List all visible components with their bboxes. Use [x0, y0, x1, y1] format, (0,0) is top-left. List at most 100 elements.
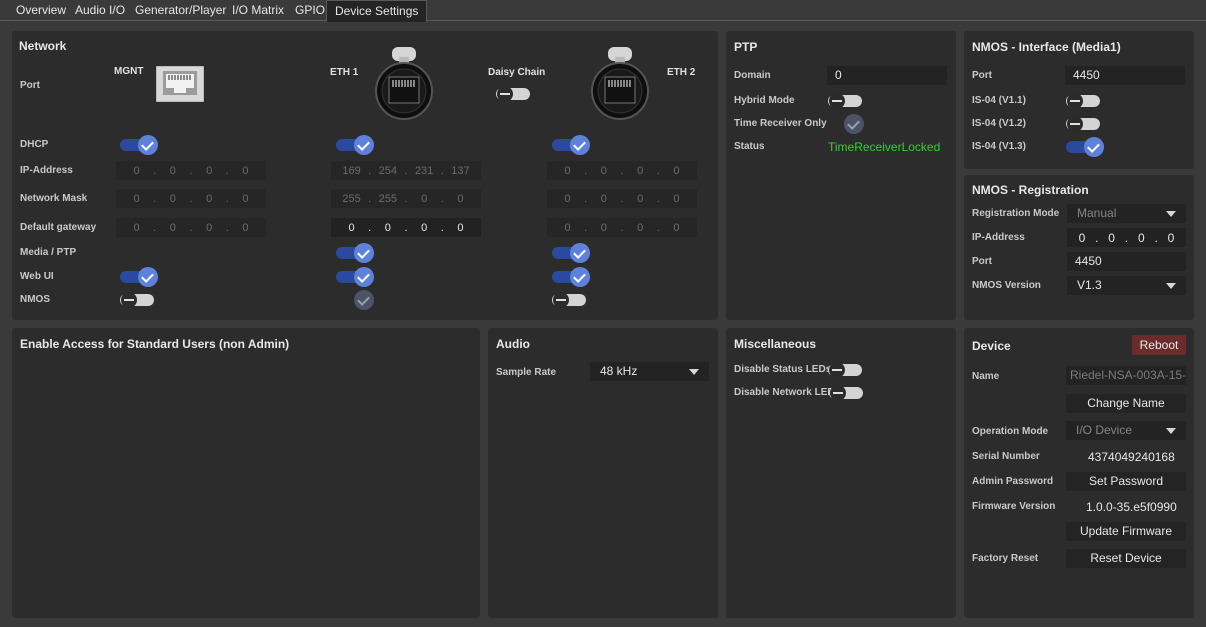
eth1-ip-field[interactable]: 169. 254. 231. 137 — [331, 161, 481, 180]
is04-v13-label: IS-04 (V1.3) — [972, 141, 1026, 152]
nmos-port-label: Port — [972, 70, 992, 81]
firmware-version-value: 1.0.0-35.e5f0990 — [1086, 500, 1177, 514]
eth1-dhcp-toggle[interactable] — [336, 135, 376, 155]
eth1-mask-field[interactable]: 255. 255. 0. 0 — [331, 189, 481, 208]
network-title: Network — [19, 39, 67, 53]
registration-port-input[interactable]: 4450 — [1067, 252, 1186, 271]
eth1-web-ui-toggle[interactable] — [336, 267, 376, 287]
chevron-down-icon — [1166, 283, 1176, 289]
domain-input[interactable]: 0 — [827, 66, 947, 85]
registration-ip-field[interactable]: 0.0.0.0 — [1067, 228, 1186, 247]
nmos-label: NMOS — [20, 294, 50, 305]
mgnt-header: MGNT — [114, 66, 144, 77]
ethercon-port-icon — [375, 47, 433, 120]
eth1-media-ptp-toggle[interactable] — [336, 243, 376, 263]
disable-status-leds-toggle[interactable] — [828, 360, 868, 380]
hybrid-mode-label: Hybrid Mode — [734, 95, 795, 106]
admin-password-label: Admin Password — [972, 476, 1054, 487]
ptp-panel: PTP Domain 0 Hybrid Mode Time Receiver O… — [726, 31, 956, 320]
nmos-version-label: NMOS Version — [972, 280, 1041, 291]
is04-v12-label: IS-04 (V1.2) — [972, 118, 1026, 129]
is04-v13-toggle[interactable] — [1066, 137, 1106, 157]
eth2-ip-field[interactable]: 0.0.0.0 — [547, 161, 697, 180]
eth2-header: ETH 2 — [667, 67, 696, 78]
eth2-mask-field[interactable]: 0.0.0.0 — [547, 189, 697, 208]
nmos-registration-panel: NMOS - Registration Registration Mode Ma… — [964, 175, 1194, 320]
update-firmware-button[interactable]: Update Firmware — [1066, 522, 1186, 541]
is04-v11-label: IS-04 (V1.1) — [972, 95, 1026, 106]
eth1-header: ETH 1 — [330, 67, 359, 78]
misc-panel: Miscellaneous Disable Status LEDs Disabl… — [726, 328, 956, 618]
access-panel: Enable Access for Standard Users (non Ad… — [12, 328, 480, 618]
nmos-registration-title: NMOS - Registration — [972, 183, 1089, 197]
network-panel: Network Port MGNT ETH 1 Daisy Chain ETH … — [12, 31, 718, 320]
disable-network-leds-label: Disable Network LEDs — [734, 387, 841, 398]
mgnt-web-ui-toggle[interactable] — [120, 267, 160, 287]
disable-network-leds-toggle[interactable] — [829, 383, 869, 403]
device-name-input[interactable]: Riedel-NSA-003A-15-B8- — [1066, 366, 1186, 385]
nmos-interface-title: NMOS - Interface (Media1) — [972, 40, 1121, 54]
ip-address-label: IP-Address — [20, 165, 73, 176]
chevron-down-icon — [1166, 428, 1176, 434]
audio-title: Audio — [496, 337, 530, 351]
tab-overview[interactable]: Overview — [8, 0, 74, 20]
nmos-port-input[interactable]: 4450 — [1065, 66, 1185, 85]
eth2-dhcp-toggle[interactable] — [552, 135, 592, 155]
eth2-gateway-field[interactable]: 0.0.0.0 — [547, 218, 697, 237]
sample-rate-dropdown[interactable]: 48 kHz — [590, 362, 709, 381]
tab-generator-player[interactable]: Generator/Player — [127, 0, 234, 20]
time-receiver-only-label: Time Receiver Only — [734, 118, 827, 129]
mgnt-dhcp-toggle[interactable] — [120, 135, 160, 155]
nmos-interface-panel: NMOS - Interface (Media1) Port 4450 IS-0… — [964, 31, 1194, 169]
media-ptp-label: Media / PTP — [20, 247, 77, 258]
misc-title: Miscellaneous — [734, 337, 817, 351]
mgnt-gateway-field[interactable]: 0.0.0.0 — [116, 218, 266, 237]
is04-v12-toggle[interactable] — [1066, 114, 1106, 134]
time-receiver-only-toggle[interactable] — [826, 114, 866, 134]
audio-panel: Audio Sample Rate 48 kHz — [488, 328, 718, 618]
eth2-web-ui-toggle[interactable] — [552, 267, 592, 287]
daisy-chain-header: Daisy Chain — [488, 67, 546, 78]
device-title: Device — [972, 339, 1011, 353]
network-mask-label: Network Mask — [20, 193, 88, 204]
operation-mode-label: Operation Mode — [972, 426, 1049, 437]
nmos-version-dropdown[interactable]: V1.3 — [1067, 276, 1186, 295]
port-label: Port — [20, 80, 40, 91]
serial-number-value: 4374049240168 — [1088, 450, 1175, 464]
tab-audio-io[interactable]: Audio I/O — [67, 0, 133, 20]
ethernet-port-icon — [156, 66, 204, 102]
operation-mode-dropdown[interactable]: I/O Device — [1066, 421, 1186, 440]
registration-mode-dropdown[interactable]: Manual — [1067, 204, 1186, 223]
chevron-down-icon — [1166, 211, 1176, 217]
registration-ip-label: IP-Address — [972, 232, 1025, 243]
mgnt-ip-field[interactable]: 0.0.0.0 — [116, 161, 266, 180]
daisy-chain-toggle[interactable] — [496, 84, 536, 104]
is04-v11-toggle[interactable] — [1066, 91, 1106, 111]
eth1-nmos-toggle[interactable] — [336, 290, 376, 310]
tab-device-settings[interactable]: Device Settings — [326, 0, 428, 22]
default-gateway-label: Default gateway — [20, 222, 97, 233]
access-title: Enable Access for Standard Users (non Ad… — [20, 337, 290, 351]
hybrid-mode-toggle[interactable] — [828, 91, 868, 111]
eth2-nmos-toggle[interactable] — [552, 290, 592, 310]
disable-status-leds-label: Disable Status LEDs — [734, 364, 832, 375]
firmware-version-label: Firmware Version — [972, 501, 1056, 512]
change-name-button[interactable]: Change Name — [1066, 394, 1186, 413]
mgnt-nmos-toggle[interactable] — [120, 290, 160, 310]
sample-rate-label: Sample Rate — [496, 367, 557, 378]
chevron-down-icon — [689, 369, 699, 375]
mgnt-mask-field[interactable]: 0.0.0.0 — [116, 189, 266, 208]
ethercon-port-icon — [591, 47, 649, 120]
reset-device-button[interactable]: Reset Device — [1066, 549, 1186, 568]
set-password-button[interactable]: Set Password — [1066, 472, 1186, 491]
domain-label: Domain — [734, 70, 771, 81]
ptp-status-value: TimeReceiverLocked — [828, 140, 941, 154]
eth2-media-ptp-toggle[interactable] — [552, 243, 592, 263]
registration-port-label: Port — [972, 256, 992, 267]
status-label: Status — [734, 141, 765, 152]
reboot-button[interactable]: Reboot — [1132, 335, 1186, 355]
registration-mode-label: Registration Mode — [972, 208, 1060, 219]
eth1-gateway-field[interactable]: 0.0.0.0 — [331, 218, 481, 237]
tab-io-matrix[interactable]: I/O Matrix — [224, 0, 292, 20]
ptp-title: PTP — [734, 40, 758, 54]
